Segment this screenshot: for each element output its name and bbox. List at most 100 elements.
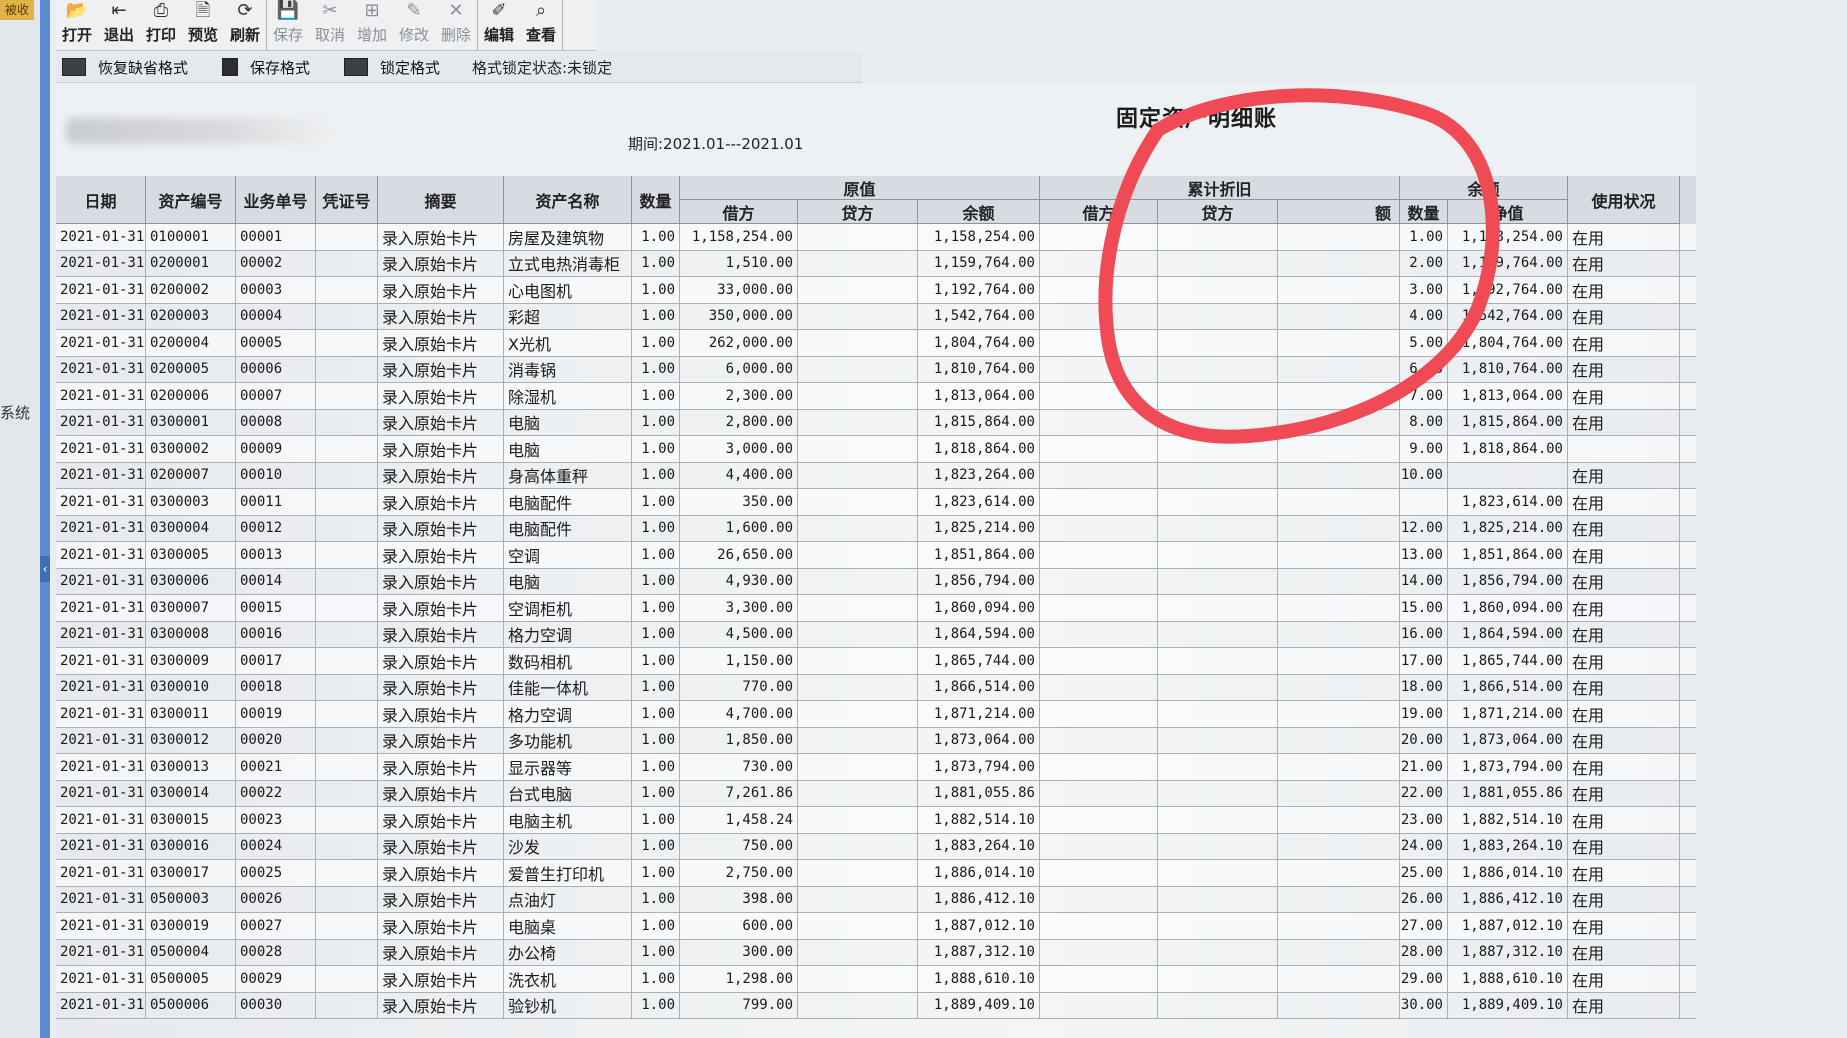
cell-date[interactable]: 2021-01-31 — [56, 277, 146, 303]
cell-name[interactable]: 台式电脑 — [504, 780, 632, 806]
cell-date[interactable]: 2021-01-31 — [56, 409, 146, 435]
cell-name[interactable]: 多功能机 — [504, 727, 632, 753]
table-row[interactable]: 2021-01-31 0300001 00008 录入原始卡片 电脑 1.00 2,800.… — [56, 409, 1696, 436]
cell-summary[interactable]: 录入原始卡片 — [378, 913, 504, 939]
cell-name[interactable]: 格力空调 — [504, 701, 632, 727]
table-row[interactable]: 2021-01-31 0300010 00018 录入原始卡片 佳能一体机 1.00 770… — [56, 674, 1696, 701]
cell-bal_qty[interactable]: 1.00 — [1400, 224, 1448, 250]
cell-empty[interactable] — [798, 913, 918, 939]
cell-empty[interactable] — [1278, 621, 1400, 647]
cell-empty[interactable] — [316, 860, 378, 886]
cell-asset_no[interactable]: 0300017 — [146, 860, 236, 886]
cell-name[interactable]: 爱普生打印机 — [504, 860, 632, 886]
cell-debit[interactable]: 600.00 — [680, 913, 798, 939]
cell-balance[interactable]: 1,886,014.10 — [918, 860, 1040, 886]
table-row[interactable]: 2021-01-31 0200006 00007 录入原始卡片 除湿机 1.00 2,300… — [56, 383, 1696, 410]
cell-status[interactable]: 在用 — [1568, 409, 1680, 435]
table-row[interactable]: 2021-01-31 0200005 00006 录入原始卡片 消毒锅 1.00 6,000… — [56, 356, 1696, 383]
cell-biz_no[interactable]: 00006 — [236, 356, 316, 382]
cell-net[interactable]: 1,823,614.00 — [1448, 489, 1568, 515]
side-label[interactable]: 系统 — [0, 402, 30, 423]
table-row[interactable]: 2021-01-31 0200003 00004 录入原始卡片 彩超 1.00 350,00… — [56, 303, 1696, 330]
cell-empty[interactable] — [1158, 489, 1278, 515]
cell-empty[interactable] — [316, 966, 378, 992]
cell-bal_qty[interactable]: 26.00 — [1400, 886, 1448, 912]
cell-qty[interactable]: 1.00 — [632, 966, 680, 992]
cell-balance[interactable]: 1,864,594.00 — [918, 621, 1040, 647]
cell-empty[interactable] — [798, 939, 918, 965]
cell-name[interactable]: 身高体重秤 — [504, 462, 632, 488]
cell-date[interactable]: 2021-01-31 — [56, 966, 146, 992]
cell-bal_qty[interactable]: 3.00 — [1400, 277, 1448, 303]
table-row[interactable]: 2021-01-31 0300013 00021 录入原始卡片 显示器等 1.00 730.… — [56, 754, 1696, 781]
cell-empty[interactable] — [316, 621, 378, 647]
corner-tab[interactable]: 被收 — [0, 0, 34, 20]
cell-biz_no[interactable]: 00011 — [236, 489, 316, 515]
cell-date[interactable]: 2021-01-31 — [56, 886, 146, 912]
cell-name[interactable]: 立式电热消毒柜 — [504, 250, 632, 276]
cell-date[interactable]: 2021-01-31 — [56, 330, 146, 356]
cell-empty[interactable] — [316, 224, 378, 250]
cell-qty[interactable]: 1.00 — [632, 992, 680, 1018]
cell-empty[interactable] — [1040, 860, 1158, 886]
cell-empty[interactable] — [798, 224, 918, 250]
cell-biz_no[interactable]: 00017 — [236, 648, 316, 674]
cell-status[interactable]: 在用 — [1568, 807, 1680, 833]
cell-empty[interactable] — [1278, 277, 1400, 303]
cell-empty[interactable] — [1278, 409, 1400, 435]
table-row[interactable]: 2021-01-31 0100001 00001 录入原始卡片 房屋及建筑物 1.00 1,… — [56, 224, 1696, 251]
cell-empty[interactable] — [1158, 277, 1278, 303]
cell-biz_no[interactable]: 00012 — [236, 515, 316, 541]
cell-date[interactable]: 2021-01-31 — [56, 992, 146, 1018]
table-row[interactable]: 2021-01-31 0300019 00027 录入原始卡片 电脑桌 1.00 600.0… — [56, 913, 1696, 940]
cell-debit[interactable]: 1,150.00 — [680, 648, 798, 674]
cell-empty[interactable] — [1040, 807, 1158, 833]
cell-summary[interactable]: 录入原始卡片 — [378, 648, 504, 674]
cell-empty[interactable] — [1158, 860, 1278, 886]
cell-net[interactable]: 1,815,864.00 — [1448, 409, 1568, 435]
cell-name[interactable]: 电脑配件 — [504, 489, 632, 515]
cell-debit[interactable]: 300.00 — [680, 939, 798, 965]
cell-empty[interactable] — [798, 886, 918, 912]
cell-qty[interactable]: 1.00 — [632, 224, 680, 250]
cell-date[interactable]: 2021-01-31 — [56, 595, 146, 621]
cell-asset_no[interactable]: 0100001 — [146, 224, 236, 250]
cell-empty[interactable] — [798, 595, 918, 621]
cell-asset_no[interactable]: 0300013 — [146, 754, 236, 780]
cell-biz_no[interactable]: 00027 — [236, 913, 316, 939]
cell-empty[interactable] — [1158, 807, 1278, 833]
cell-balance[interactable]: 1,851,864.00 — [918, 542, 1040, 568]
cell-status[interactable]: 在用 — [1568, 489, 1680, 515]
cell-empty[interactable] — [1040, 966, 1158, 992]
cell-bal_qty[interactable]: 10.00 — [1400, 462, 1448, 488]
cell-empty[interactable] — [1040, 701, 1158, 727]
cell-name[interactable]: 房屋及建筑物 — [504, 224, 632, 250]
cell-asset_no[interactable]: 0200002 — [146, 277, 236, 303]
cell-empty[interactable] — [1278, 356, 1400, 382]
refresh-button[interactable]: ⟳ 刷新 — [224, 0, 266, 50]
cell-empty[interactable] — [1158, 727, 1278, 753]
cell-empty[interactable] — [316, 250, 378, 276]
cell-bal_qty[interactable]: 15.00 — [1400, 595, 1448, 621]
restore-default-format-button[interactable]: 恢复缺省格式 — [56, 57, 188, 78]
collapse-arrow-icon[interactable]: ‹ — [40, 556, 50, 582]
cell-asset_no[interactable]: 0300005 — [146, 542, 236, 568]
cell-empty[interactable] — [1040, 542, 1158, 568]
cell-empty[interactable] — [1158, 595, 1278, 621]
table-row[interactable]: 2021-01-31 0500005 00029 录入原始卡片 洗衣机 1.00 1,298… — [56, 966, 1696, 993]
cell-summary[interactable]: 录入原始卡片 — [378, 224, 504, 250]
cell-biz_no[interactable]: 00009 — [236, 436, 316, 462]
cell-empty[interactable] — [1040, 568, 1158, 594]
cell-date[interactable]: 2021-01-31 — [56, 250, 146, 276]
cell-summary[interactable]: 录入原始卡片 — [378, 727, 504, 753]
cell-biz_no[interactable]: 00003 — [236, 277, 316, 303]
cell-asset_no[interactable]: 0300012 — [146, 727, 236, 753]
cell-debit[interactable]: 1,298.00 — [680, 966, 798, 992]
cell-biz_no[interactable]: 00014 — [236, 568, 316, 594]
cell-debit[interactable]: 3,000.00 — [680, 436, 798, 462]
cell-qty[interactable]: 1.00 — [632, 330, 680, 356]
cell-empty[interactable] — [798, 383, 918, 409]
cell-status[interactable]: 在用 — [1568, 568, 1680, 594]
cell-status[interactable]: 在用 — [1568, 860, 1680, 886]
cell-summary[interactable]: 录入原始卡片 — [378, 542, 504, 568]
